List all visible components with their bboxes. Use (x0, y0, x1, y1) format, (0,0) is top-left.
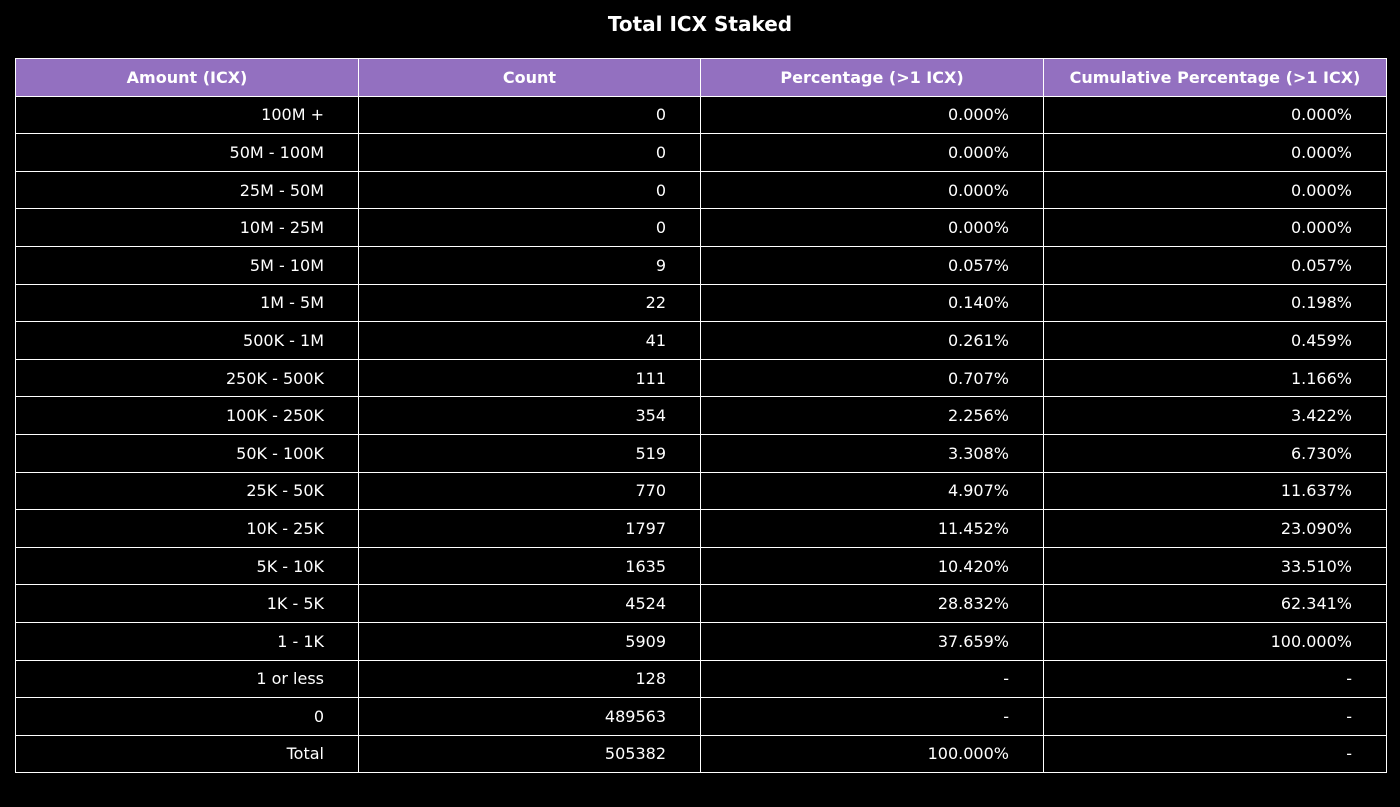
cumulative-percentage-cell: 0.000% (1043, 95, 1387, 135)
amount-cell: 50K - 100K (15, 433, 359, 473)
column-header-count: Count (358, 58, 701, 97)
table-row: 5M - 10M 9 0.057% 0.057% (15, 245, 1387, 285)
cumulative-percentage-cell: - (1043, 734, 1387, 774)
cumulative-percentage-cell: 11.637% (1043, 471, 1387, 511)
table-title: Total ICX Staked (607, 12, 793, 36)
percentage-cell: 10.420% (700, 546, 1044, 586)
table-row: Total 505382 100.000% - (15, 734, 1387, 774)
count-cell: 1797 (358, 509, 701, 548)
percentage-cell: 4.907% (700, 471, 1044, 511)
table-row: 10K - 25K 1797 11.452% 23.090% (15, 509, 1387, 548)
table-row: 1 - 1K 5909 37.659% 100.000% (15, 621, 1387, 661)
amount-cell: 1 or less (15, 659, 359, 699)
percentage-cell: 3.308% (700, 433, 1044, 473)
count-cell: 354 (358, 396, 701, 435)
amount-cell: Total (15, 734, 359, 774)
cumulative-percentage-cell: - (1043, 697, 1387, 736)
table-row: 250K - 500K 111 0.707% 1.166% (15, 358, 1387, 398)
amount-cell: 1 - 1K (15, 621, 359, 661)
amount-cell: 5M - 10M (15, 245, 359, 285)
column-header-amount: Amount (ICX) (15, 58, 359, 97)
percentage-cell: 11.452% (700, 509, 1044, 548)
table-row: 1 or less 128- - (15, 659, 1387, 699)
percentage-cell: 37.659% (700, 621, 1044, 661)
percentage-cell: - (700, 697, 1044, 736)
table-row: 25M - 50M 0 0.000% 0.000% (15, 170, 1387, 210)
cumulative-percentage-cell: 0.198% (1043, 283, 1387, 323)
cumulative-percentage-cell: - (1043, 659, 1387, 699)
column-header-percentage: Percentage (>1 ICX) (700, 58, 1044, 97)
cumulative-percentage-cell: 3.422% (1043, 396, 1387, 435)
percentage-cell: 0.261% (700, 321, 1044, 360)
cumulative-percentage-cell: 6.730% (1043, 433, 1387, 473)
amount-cell: 1M - 5M (15, 283, 359, 323)
table-row: 100K - 250K 354 2.256% 3.422% (15, 396, 1387, 435)
percentage-cell: 0.140% (700, 283, 1044, 323)
cumulative-percentage-cell: 0.057% (1043, 245, 1387, 285)
cumulative-percentage-cell: 0.000% (1043, 208, 1387, 247)
cumulative-percentage-cell: 0.459% (1043, 321, 1387, 360)
percentage-cell: 28.832% (700, 584, 1044, 623)
icx-staked-table: Amount (ICX) Count Percentage (>1 ICX) C… (15, 58, 1387, 774)
percentage-cell: 100.000% (700, 734, 1044, 774)
cumulative-percentage-cell: 62.341% (1043, 584, 1387, 623)
amount-cell: 100M + (15, 95, 359, 135)
table-row: 50K - 100K 519 3.308% 6.730% (15, 433, 1387, 473)
amount-cell: 100K - 250K (15, 396, 359, 435)
column-header-cumulative-percentage: Cumulative Percentage (>1 ICX) (1043, 58, 1387, 97)
table-row: 500K - 1M 41 0.261% 0.459% (15, 321, 1387, 360)
table-row: 5K - 10K 1635 10.420% 33.510% (15, 546, 1387, 586)
count-cell: 128 (358, 659, 701, 699)
table-row: 1K - 5K 4524 28.832% 62.341% (15, 584, 1387, 623)
percentage-cell: 2.256% (700, 396, 1044, 435)
count-cell: 1635 (358, 546, 701, 586)
count-cell: 4524 (358, 584, 701, 623)
amount-cell: 50M - 100M (15, 133, 359, 172)
table-row: 25K - 50K 770 4.907% 11.637% (15, 471, 1387, 511)
amount-cell: 500K - 1M (15, 321, 359, 360)
cumulative-percentage-cell: 1.166% (1043, 358, 1387, 398)
count-cell: 0 (358, 170, 701, 210)
percentage-cell: 0.000% (700, 208, 1044, 247)
percentage-cell: 0.707% (700, 358, 1044, 398)
count-cell: 505382 (358, 734, 701, 774)
count-cell: 0 (358, 208, 701, 247)
table-row: 100M +0 0.000% 0.000% (15, 95, 1387, 135)
percentage-cell: - (700, 659, 1044, 699)
amount-cell: 10K - 25K (15, 509, 359, 548)
count-cell: 41 (358, 321, 701, 360)
table-row: 10M - 25M 0 0.000% 0.000% (15, 208, 1387, 247)
cumulative-percentage-cell: 0.000% (1043, 170, 1387, 210)
count-cell: 0 (358, 133, 701, 172)
count-cell: 5909 (358, 621, 701, 661)
table-row: 0 489563- - (15, 697, 1387, 736)
table-row: 1M - 5M 22 0.140% 0.198% (15, 283, 1387, 323)
amount-cell: 250K - 500K (15, 358, 359, 398)
percentage-cell: 0.057% (700, 245, 1044, 285)
count-cell: 111 (358, 358, 701, 398)
cumulative-percentage-cell: 0.000% (1043, 133, 1387, 172)
amount-cell: 1K - 5K (15, 584, 359, 623)
table-body: 100M +0 0.000% 0.000% 50M - 100M 0 0.000% 0.00… (15, 95, 1387, 774)
count-cell: 9 (358, 245, 701, 285)
table-row: 50M - 100M 0 0.000% 0.000% (15, 133, 1387, 172)
count-cell: 770 (358, 471, 701, 511)
percentage-cell: 0.000% (700, 133, 1044, 172)
table-header-row: Amount (ICX) Count Percentage (>1 ICX) C… (15, 58, 1387, 97)
amount-cell: 25M - 50M (15, 170, 359, 210)
cumulative-percentage-cell: 23.090% (1043, 509, 1387, 548)
percentage-cell: 0.000% (700, 95, 1044, 135)
amount-cell: 0 (15, 697, 359, 736)
amount-cell: 5K - 10K (15, 546, 359, 586)
count-cell: 519 (358, 433, 701, 473)
amount-cell: 25K - 50K (15, 471, 359, 511)
percentage-cell: 0.000% (700, 170, 1044, 210)
cumulative-percentage-cell: 100.000% (1043, 621, 1387, 661)
cumulative-percentage-cell: 33.510% (1043, 546, 1387, 586)
amount-cell: 10M - 25M (15, 208, 359, 247)
count-cell: 0 (358, 95, 701, 135)
count-cell: 22 (358, 283, 701, 323)
count-cell: 489563 (358, 697, 701, 736)
